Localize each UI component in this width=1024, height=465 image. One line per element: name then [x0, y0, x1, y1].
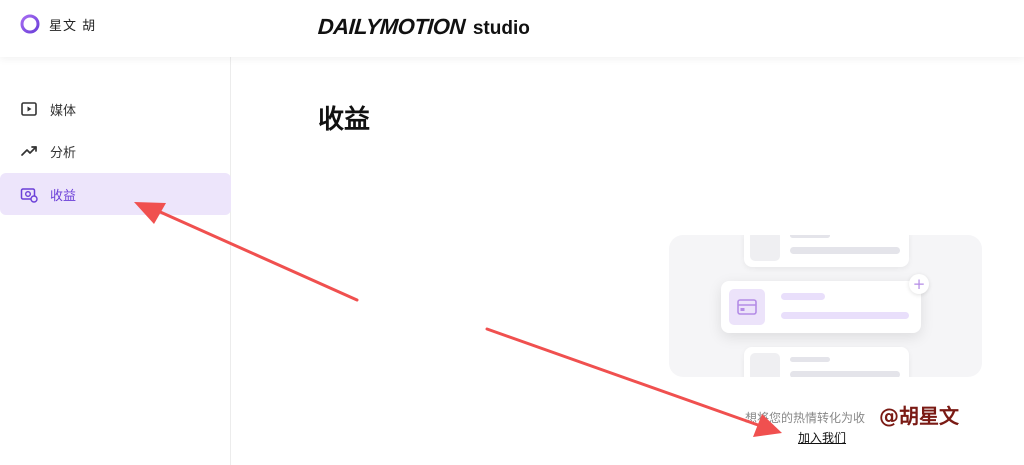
sidebar: 媒体 分析 收益 — [0, 57, 231, 465]
illustration-card-highlighted — [721, 281, 921, 333]
sidebar-item-media[interactable]: 媒体 — [0, 88, 231, 130]
trend-up-icon — [21, 146, 37, 156]
user-account[interactable]: 星文 胡 — [20, 14, 96, 34]
plus-icon: + — [909, 274, 929, 294]
sidebar-item-label: 收益 — [50, 188, 77, 204]
brand-wordmark: DAILYMOTION — [317, 14, 466, 39]
top-header: 星文 胡 DAILYMOTION studio — [0, 0, 1024, 57]
play-square-icon — [21, 102, 37, 116]
join-us-link[interactable]: 加入我们 — [798, 429, 846, 446]
sidebar-item-label: 媒体 — [50, 103, 77, 119]
page-title: 收益 — [318, 105, 371, 135]
sidebar-item-label: 分析 — [50, 145, 77, 161]
illustration-card — [744, 235, 909, 267]
brand-logo[interactable]: DAILYMOTION studio — [317, 14, 530, 40]
user-name: 星文 胡 — [49, 18, 97, 34]
sidebar-item-analytics[interactable]: 分析 — [0, 130, 231, 172]
card-icon — [737, 299, 757, 315]
illustration-card — [744, 347, 909, 377]
sidebar-item-revenue[interactable]: 收益 — [0, 173, 231, 215]
user-avatar-icon — [20, 14, 40, 34]
monetize-prompt-text: 想将您的热情转化为收 — [745, 411, 866, 425]
revenue-illustration: + — [669, 235, 982, 377]
brand-suffix: studio — [472, 18, 530, 39]
watermark: @胡星文 — [879, 404, 959, 428]
money-icon — [20, 188, 38, 203]
